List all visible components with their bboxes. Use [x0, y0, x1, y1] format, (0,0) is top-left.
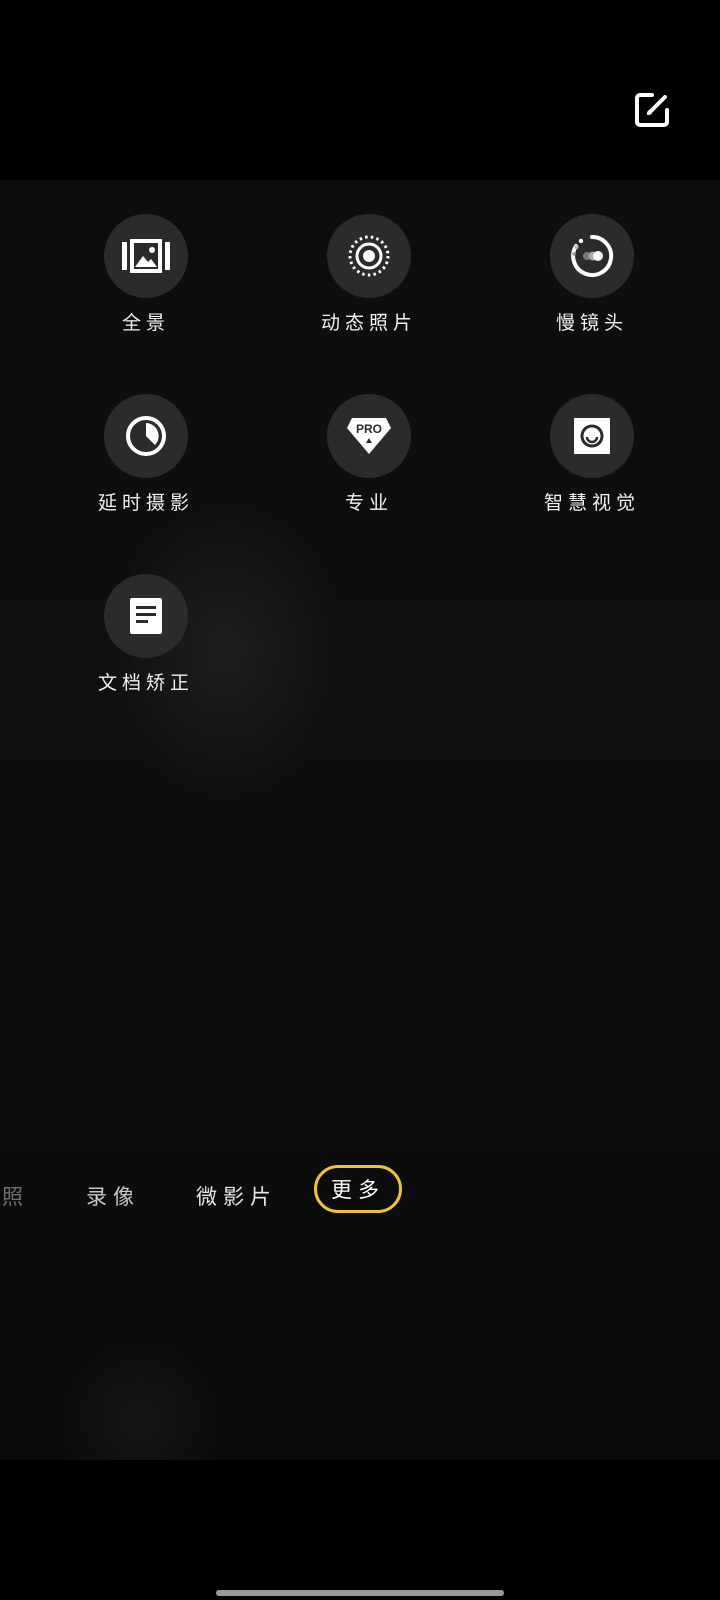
mode-icon-circle — [104, 394, 188, 478]
mode-label: 慢镜头 — [555, 312, 628, 334]
mode-tab-more[interactable]: 更多 — [314, 1165, 402, 1213]
mode-live-photo[interactable]: 动态照片 — [279, 214, 459, 354]
mode-label: 动态照片 — [320, 312, 417, 334]
mode-icon-circle — [104, 214, 188, 298]
mode-label: 文档矫正 — [97, 672, 194, 694]
mode-tab-more-label: 更多 — [331, 1178, 385, 1202]
mode-document[interactable]: 文档矫正 — [56, 574, 236, 714]
slow-motion-icon — [571, 234, 614, 277]
smart-vision-icon — [574, 418, 610, 454]
mode-panorama[interactable]: 全景 — [56, 214, 236, 354]
mode-icon-circle: PRO — [327, 394, 411, 478]
mode-tab-video[interactable]: 录像 — [86, 1181, 140, 1211]
mode-timelapse[interactable]: 延时摄影 — [56, 394, 236, 534]
mode-strip: 照 录像 微影片 更多 — [0, 1165, 720, 1225]
bottom-bar — [0, 1460, 720, 1600]
top-bar — [0, 0, 720, 180]
mode-icon-circle — [327, 214, 411, 298]
viewfinder — [0, 180, 720, 1460]
home-indicator[interactable] — [216, 1590, 504, 1596]
mode-smart-vision[interactable]: 智慧视觉 — [502, 394, 682, 534]
mode-label: 全景 — [121, 312, 170, 334]
panorama-icon — [122, 239, 170, 273]
timelapse-icon — [126, 416, 166, 456]
mode-icon-circle — [550, 394, 634, 478]
pro-badge-text: PRO — [356, 422, 382, 436]
camera-screen: 全景 动态照片 慢镜头 延时摄影 PRO 专业 智慧视觉 文档矫正 照 录像 微… — [0, 0, 720, 1600]
mode-tab-micro-movie[interactable]: 微影片 — [196, 1181, 277, 1211]
edit-button[interactable] — [632, 90, 672, 130]
mode-label: 延时摄影 — [97, 492, 194, 514]
live-photo-icon — [348, 235, 390, 277]
pro-icon: PRO — [347, 418, 391, 454]
mode-label: 智慧视觉 — [543, 492, 640, 514]
document-icon — [130, 598, 162, 634]
mode-slow-motion[interactable]: 慢镜头 — [502, 214, 682, 354]
mode-label: 专业 — [344, 492, 393, 514]
mode-pro[interactable]: PRO 专业 — [279, 394, 459, 534]
mode-icon-circle — [550, 214, 634, 298]
mode-icon-circle — [104, 574, 188, 658]
edit-square-icon — [635, 93, 669, 127]
mode-tab-photo[interactable]: 照 — [2, 1181, 29, 1211]
